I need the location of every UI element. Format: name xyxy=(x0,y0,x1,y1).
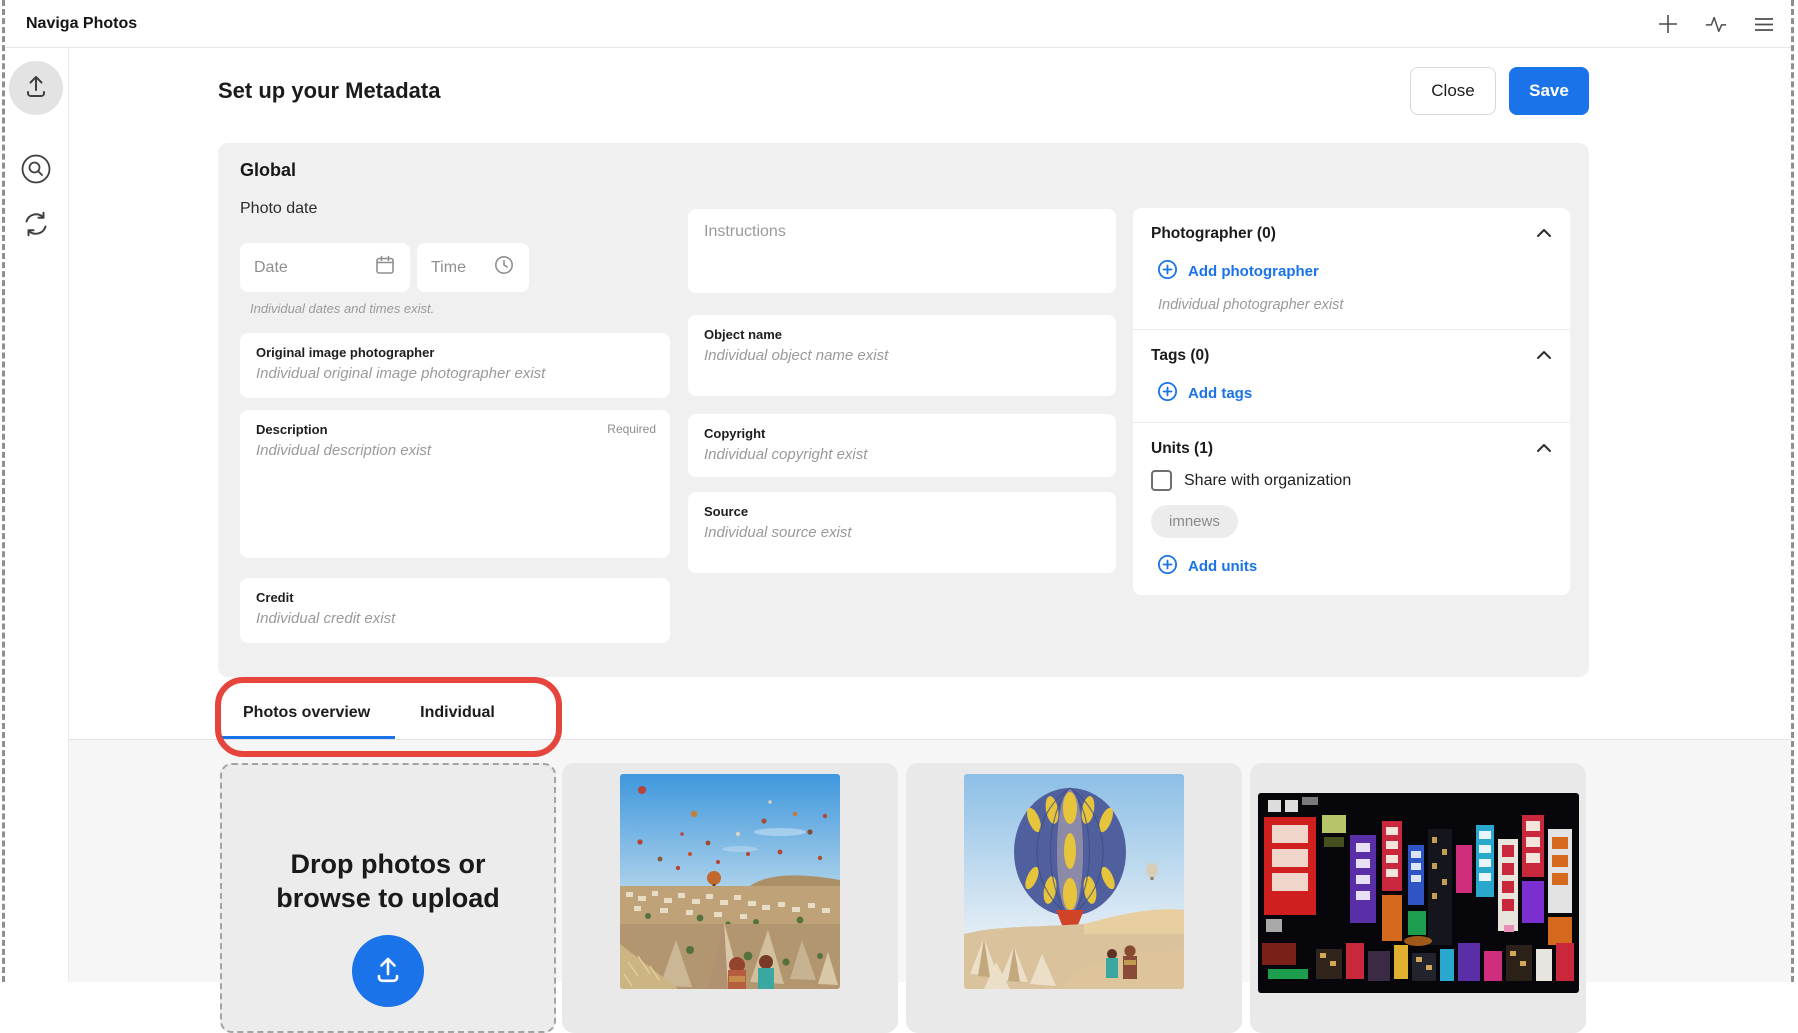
source-field[interactable]: Source Individual source exist xyxy=(688,492,1116,573)
upload-nav-button[interactable] xyxy=(9,61,63,115)
copyright-placeholder: Individual copyright exist xyxy=(704,446,1100,463)
share-with-organization-row[interactable]: Share with organization xyxy=(1151,470,1550,491)
units-section-title: Units (1) xyxy=(1151,440,1550,458)
copyright-field[interactable]: Copyright Individual copyright exist xyxy=(688,414,1116,477)
classification-card: Photographer (0) Add photographer Indivi… xyxy=(1133,208,1570,595)
tab-individual[interactable]: Individual xyxy=(395,690,520,739)
add-circle-icon xyxy=(1157,381,1178,406)
object-name-label: Object name xyxy=(704,327,1100,342)
global-column-2: Instructions Object name Individual obje… xyxy=(688,143,1116,677)
photo-date-label: Photo date xyxy=(240,200,317,218)
instructions-field[interactable]: Instructions xyxy=(688,209,1116,293)
source-placeholder: Individual source exist xyxy=(704,524,1100,541)
upload-icon xyxy=(370,951,406,992)
sync-nav-button[interactable] xyxy=(18,208,54,244)
photo-card-2 xyxy=(906,763,1242,1033)
main-content: Set up your Metadata Close Save Global P… xyxy=(68,48,1792,982)
description-placeholder: Individual description exist xyxy=(256,442,654,459)
original-photographer-placeholder: Individual original image photographer e… xyxy=(256,365,654,382)
unit-chip-imnews: imnews xyxy=(1151,505,1238,538)
add-tags-link[interactable]: Add tags xyxy=(1157,381,1550,406)
photo-date-helper: Individual dates and times exist. xyxy=(250,301,434,316)
photos-tabs: Photos overview Individual xyxy=(218,690,520,739)
drop-upload-line2: browse to upload xyxy=(222,881,554,915)
add-units-label: Add units xyxy=(1188,558,1257,575)
units-section: Units (1) Share with organization imnews… xyxy=(1133,422,1570,595)
copyright-label: Copyright xyxy=(704,426,1100,441)
search-icon xyxy=(20,153,52,190)
original-photographer-field[interactable]: Original image photographer Individual o… xyxy=(240,333,670,398)
original-photographer-label: Original image photographer xyxy=(256,345,654,360)
credit-label: Credit xyxy=(256,590,654,605)
add-circle-icon xyxy=(1157,554,1178,579)
header-actions: Close Save xyxy=(1410,67,1589,115)
clock-icon xyxy=(493,254,515,281)
add-photographer-label: Add photographer xyxy=(1188,263,1319,280)
activity-icon[interactable] xyxy=(1704,12,1728,36)
source-label: Source xyxy=(704,504,1100,519)
page-title: Set up your Metadata xyxy=(218,78,440,104)
menu-icon[interactable] xyxy=(1752,12,1776,36)
close-button[interactable]: Close xyxy=(1410,67,1496,115)
global-column-1: Photo date Date Time xyxy=(240,143,670,677)
object-name-placeholder: Individual object name exist xyxy=(704,347,1100,364)
tags-section: Tags (0) Add tags xyxy=(1133,329,1570,422)
sync-icon xyxy=(21,209,51,244)
upload-icon xyxy=(21,71,51,106)
photographer-helper: Individual photographer exist xyxy=(1158,297,1550,313)
global-metadata-panel: Global Photo date Date Time xyxy=(218,143,1589,677)
chevron-up-icon[interactable] xyxy=(1536,347,1552,365)
chevron-up-icon[interactable] xyxy=(1536,440,1552,458)
description-required-badge: Required xyxy=(607,422,656,436)
topbar-icon-group xyxy=(1656,0,1776,47)
credit-field[interactable]: Credit Individual credit exist xyxy=(240,578,670,643)
page-header: Set up your Metadata Close Save xyxy=(218,67,1589,115)
add-photographer-link[interactable]: Add photographer xyxy=(1157,259,1550,284)
photo-card-1 xyxy=(562,763,898,1033)
add-circle-icon xyxy=(1157,259,1178,284)
photo-thumbnail-tokyo-neon-street[interactable] xyxy=(1258,793,1579,993)
save-button[interactable]: Save xyxy=(1509,67,1589,115)
left-toolbar xyxy=(4,48,69,982)
plus-icon[interactable] xyxy=(1656,12,1680,36)
date-placeholder: Date xyxy=(254,259,288,277)
object-name-field[interactable]: Object name Individual object name exist xyxy=(688,315,1116,396)
instructions-placeholder: Instructions xyxy=(704,223,1100,241)
top-bar: Naviga Photos xyxy=(4,0,1792,48)
chevron-up-icon[interactable] xyxy=(1536,225,1552,243)
global-column-3: Photographer (0) Add photographer Indivi… xyxy=(1133,143,1570,677)
photographer-section-title: Photographer (0) xyxy=(1151,225,1550,243)
description-field[interactable]: Description Required Individual descript… xyxy=(240,410,670,558)
photo-card-3 xyxy=(1250,763,1586,1033)
photo-thumbnail-cappadocia-balloons[interactable] xyxy=(620,774,840,989)
time-input[interactable]: Time xyxy=(417,243,529,292)
drop-upload-line1: Drop photos or xyxy=(222,847,554,881)
search-nav-button[interactable] xyxy=(18,153,54,189)
capture-frame-right xyxy=(1791,0,1794,982)
app-title: Naviga Photos xyxy=(26,15,137,33)
photo-date-row: Date Time xyxy=(240,243,529,292)
credit-placeholder: Individual credit exist xyxy=(256,610,654,627)
date-input[interactable]: Date xyxy=(240,243,410,292)
photos-gallery: Drop photos or browse to upload xyxy=(68,740,1792,982)
share-with-organization-label: Share with organization xyxy=(1184,472,1351,490)
drop-upload-area[interactable]: Drop photos or browse to upload xyxy=(220,763,556,1033)
add-units-link[interactable]: Add units xyxy=(1157,554,1550,579)
tab-photos-overview[interactable]: Photos overview xyxy=(218,690,395,739)
drop-upload-text: Drop photos or browse to upload xyxy=(222,847,554,915)
tags-section-title: Tags (0) xyxy=(1151,347,1550,365)
browse-upload-button[interactable] xyxy=(352,935,424,1007)
add-tags-label: Add tags xyxy=(1188,385,1252,402)
share-with-organization-checkbox[interactable] xyxy=(1151,470,1172,491)
time-placeholder: Time xyxy=(431,259,466,277)
photo-thumbnail-balloon-closeup[interactable] xyxy=(964,774,1184,989)
description-label: Description xyxy=(256,422,654,437)
capture-frame-left xyxy=(2,0,5,982)
photographer-section: Photographer (0) Add photographer Indivi… xyxy=(1133,208,1570,329)
calendar-icon xyxy=(374,254,396,281)
